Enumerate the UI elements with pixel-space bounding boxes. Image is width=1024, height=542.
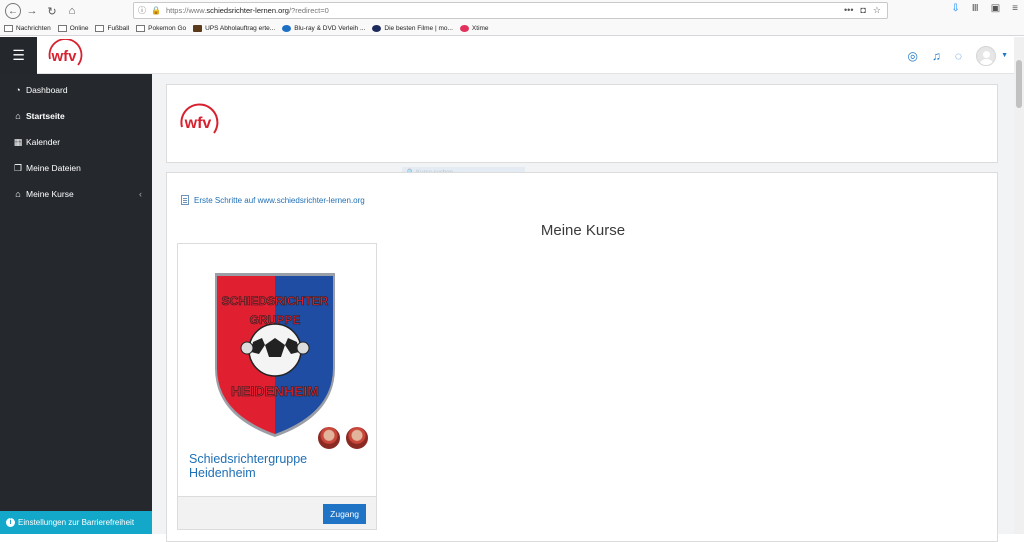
wfv-logo[interactable]: wfv xyxy=(44,38,84,77)
bookmark-item[interactable]: Online xyxy=(57,25,89,32)
sidebar-item-startseite[interactable]: ⌂ Startseite xyxy=(0,103,152,129)
url-bar[interactable]: ⓘ 🔒 https://www.schiedsrichter-lernen.or… xyxy=(133,2,888,19)
shield-icon xyxy=(282,25,292,32)
bookmark-label: UPS Abholauftrag erte... xyxy=(205,25,276,32)
course-name-link[interactable]: Schiedsrichtergruppe Heidenheim xyxy=(189,452,369,480)
home-icon[interactable]: ⌂ xyxy=(63,2,81,20)
sidebar-item-kalender[interactable]: ▦ Kalender xyxy=(0,129,152,155)
svg-text:HEIDENHEIM: HEIDENHEIM xyxy=(231,383,319,399)
bookmark-label: Die besten Filme | mo... xyxy=(384,25,453,32)
bookmark-label: Nachrichten xyxy=(16,25,51,32)
menu-icon[interactable]: ≡ xyxy=(1012,3,1018,14)
library-icon[interactable]: Ⅲ xyxy=(972,3,979,14)
lock-icon: 🔒 xyxy=(151,6,161,15)
bookmark-label: Xtime xyxy=(471,25,489,32)
plus-icon xyxy=(459,25,469,32)
url-text: https://www.schiedsrichter-lernen.org/?r… xyxy=(165,6,329,15)
course-card[interactable]: SCHIEDSRICHTER GRUPPE HEIDENHEIM Schieds… xyxy=(177,243,377,530)
sidebar-item-meine-kurse[interactable]: ⌂ Meine Kurse ‹ xyxy=(0,181,152,207)
chevron-left-icon[interactable]: ‹ xyxy=(139,189,142,199)
dashboard-icon: ◔ xyxy=(15,85,21,95)
info-icon[interactable]: ⓘ xyxy=(138,5,146,16)
message-bubble-icon[interactable]: ◌ xyxy=(955,49,962,63)
bookmark-star-icon[interactable]: ☆ xyxy=(873,5,881,16)
browser-toolbar: ← → ↻ ⌂ ⓘ 🔒 https://www.schiedsrichter-l… xyxy=(0,0,1024,22)
ups-icon xyxy=(193,25,203,32)
hamburger-menu-icon[interactable]: ☰ xyxy=(0,37,37,74)
first-steps-link[interactable]: Erste Schritte auf www.schiedsrichter-le… xyxy=(181,195,365,205)
course-logo-image[interactable]: SCHIEDSRICHTER GRUPPE HEIDENHEIM xyxy=(207,268,343,440)
document-icon xyxy=(181,195,189,205)
bookmark-item[interactable]: Blu-ray & DVD Verleih ... xyxy=(282,25,365,32)
globe-icon[interactable]: ◎ xyxy=(907,49,917,63)
folder-icon xyxy=(136,25,146,32)
bookmark-label: Fußball xyxy=(107,25,130,32)
bookmarks-bar: Nachrichten Online Fußball Pokemon Go UPS Ab… xyxy=(0,22,1024,36)
main-content: wfv 🔍 Kurse suchen Erste Schritte auf ww… xyxy=(152,74,1014,542)
participant-avatar[interactable] xyxy=(345,426,369,450)
svg-text:GRUPPE: GRUPPE xyxy=(250,313,301,327)
bookmark-item[interactable]: Xtime xyxy=(459,25,489,32)
sidebar-toggle-icon[interactable]: ▣ xyxy=(991,3,1000,14)
course-card-footer: Zugang xyxy=(178,496,376,529)
page-actions-icon[interactable]: ••• xyxy=(844,5,853,16)
moviepilot-icon xyxy=(372,25,382,32)
calendar-icon: ▦ xyxy=(13,136,23,147)
bookmark-item[interactable]: UPS Abholauftrag erte... xyxy=(193,25,275,32)
download-icon[interactable]: ⇩ xyxy=(951,3,959,14)
accessibility-settings-button[interactable]: i Einstellungen zur Barrierefreiheit xyxy=(0,511,152,534)
svg-text:SCHIEDSRICHTER: SCHIEDSRICHTER xyxy=(222,294,329,308)
forward-arrow-icon[interactable]: → xyxy=(23,2,41,20)
graduation-cap-icon: ⌂ xyxy=(15,189,21,199)
notification-bell-icon[interactable]: ♫ xyxy=(932,49,941,63)
scrollbar-thumb[interactable] xyxy=(1016,60,1022,108)
files-icon: ❐ xyxy=(13,162,23,173)
svg-text:wfv: wfv xyxy=(184,115,212,132)
bookmark-item[interactable]: Nachrichten xyxy=(4,25,51,32)
reload-icon[interactable]: ↻ xyxy=(43,2,61,20)
bookmark-label: Blu-ray & DVD Verleih ... xyxy=(294,25,366,32)
wfv-logo-large: wfv xyxy=(176,101,220,147)
top-navbar: ☰ wfv ◎ ♫ ◌ ▼ xyxy=(0,37,1014,74)
folder-icon xyxy=(57,25,67,32)
bookmark-item[interactable]: Die besten Filme | mo... xyxy=(372,25,453,32)
back-arrow-icon[interactable]: ← xyxy=(5,3,21,19)
page-scrollbar[interactable] xyxy=(1014,37,1024,534)
sidebar-item-meine-dateien[interactable]: ❐ Meine Dateien xyxy=(0,155,152,181)
course-access-button[interactable]: Zugang xyxy=(323,504,366,524)
pocket-icon[interactable]: ◘ xyxy=(860,5,865,16)
sidebar: ◔ Dashboard ⌂ Startseite ▦ Kalender ❐ Me… xyxy=(0,74,152,534)
header-card: wfv xyxy=(166,84,998,163)
user-avatar[interactable] xyxy=(976,45,997,66)
home-icon: ⌂ xyxy=(15,111,21,121)
bookmark-label: Pokemon Go xyxy=(148,25,187,32)
bookmark-item[interactable]: Pokemon Go xyxy=(136,25,186,32)
bookmark-item[interactable]: Fußball xyxy=(95,25,129,32)
courses-card: Erste Schritte auf www.schiedsrichter-le… xyxy=(166,172,998,542)
bookmark-label: Online xyxy=(69,25,89,32)
section-title: Meine Kurse xyxy=(540,222,626,239)
folder-icon xyxy=(95,25,105,32)
sidebar-item-dashboard[interactable]: ◔ Dashboard xyxy=(0,77,152,103)
participant-avatar[interactable] xyxy=(317,426,341,450)
svg-text:wfv: wfv xyxy=(50,48,77,65)
participants xyxy=(317,426,369,450)
accessibility-icon: i xyxy=(6,518,15,527)
chevron-down-icon[interactable]: ▼ xyxy=(1001,52,1008,59)
folder-icon xyxy=(4,25,13,32)
